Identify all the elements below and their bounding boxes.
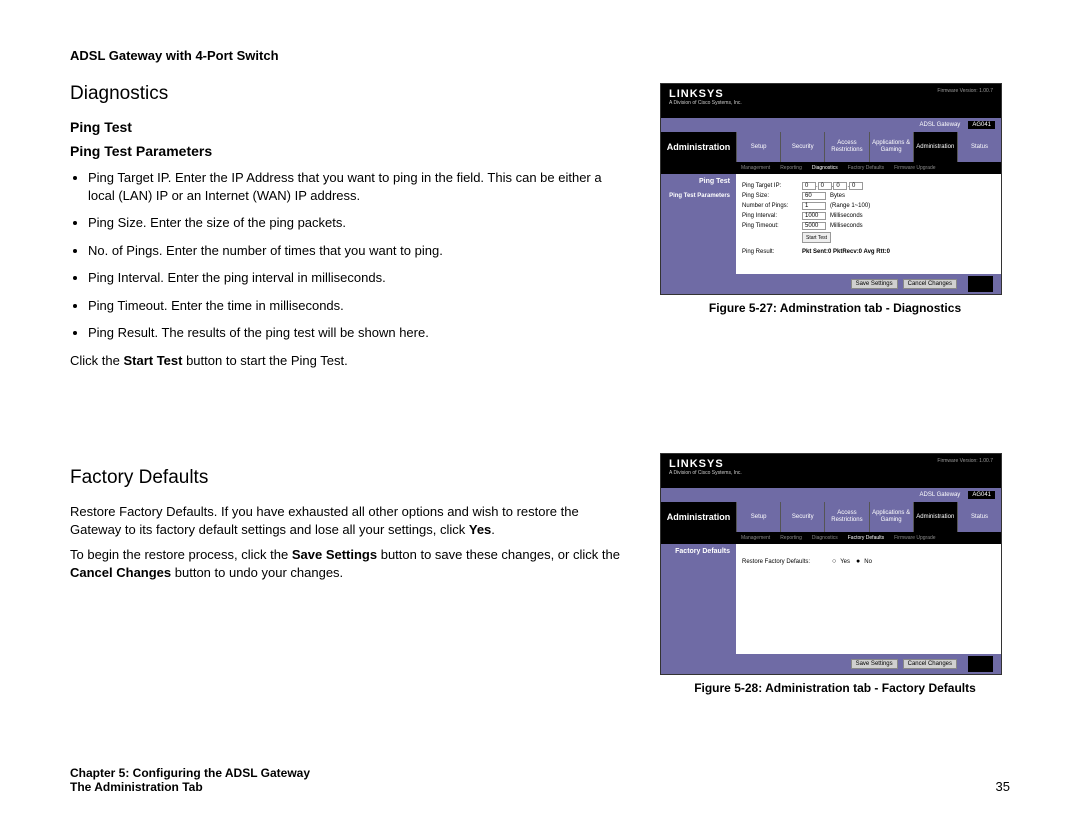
radio-no-label[interactable]: No	[864, 559, 872, 565]
figure-caption-1: Figure 5-27: Adminstration tab - Diagnos…	[660, 301, 1010, 315]
nav-section-label: Administration	[661, 132, 736, 162]
nav-section-label: Administration	[661, 502, 736, 532]
label-interval: Ping Interval:	[742, 213, 802, 219]
ping-params-list: Ping Target IP. Enter the IP Address tha…	[88, 169, 630, 342]
gateway-label: ADSL Gateway	[920, 492, 961, 498]
cisco-icon	[968, 656, 993, 672]
cancel-changes-button[interactable]: Cancel Changes	[903, 279, 957, 289]
firmware-version: Firmware Version: 1.00.7	[937, 458, 993, 464]
subnav-diagnostics[interactable]: Diagnostics	[812, 535, 838, 541]
firmware-version: Firmware Version: 1.00.7	[937, 88, 993, 94]
gateway-label: ADSL Gateway	[920, 122, 961, 128]
list-item: Ping Target IP. Enter the IP Address tha…	[88, 169, 630, 204]
list-item: Ping Size. Enter the size of the ping pa…	[88, 214, 630, 232]
save-settings-button[interactable]: Save Settings	[851, 659, 898, 669]
start-test-paragraph: Click the Start Test button to start the…	[70, 352, 630, 370]
section-diagnostics-title: Diagnostics	[70, 83, 630, 105]
label-result: Ping Result:	[742, 249, 802, 255]
tab-setup[interactable]: Setup	[736, 132, 780, 162]
figure-factory: LINKSYS A Division of Cisco Systems, Inc…	[660, 453, 1010, 695]
section-factory-title: Factory Defaults	[70, 467, 630, 489]
label-ping-size: Ping Size:	[742, 193, 802, 199]
radio-yes-label[interactable]: Yes	[840, 559, 850, 565]
document-header: ADSL Gateway with 4-Port Switch	[70, 48, 1010, 63]
subheading-ping-test: Ping Test	[70, 119, 630, 135]
label-num-pings: Number of Pings:	[742, 203, 802, 209]
logo-subtitle: A Division of Cisco Systems, Inc.	[669, 470, 742, 476]
start-test-button[interactable]: Start Test	[802, 232, 831, 243]
factory-paragraph-1: Restore Factory Defaults. If you have ex…	[70, 503, 630, 538]
list-item: Ping Result. The results of the ping tes…	[88, 324, 630, 342]
side-heading-factory: Factory Defaults	[661, 544, 736, 559]
ip-field-3[interactable]: 0	[833, 182, 847, 190]
tab-status[interactable]: Status	[957, 132, 1001, 162]
subnav-diagnostics[interactable]: Diagnostics	[812, 165, 838, 171]
model-label: AG041	[968, 121, 995, 129]
list-item: No. of Pings. Enter the number of times …	[88, 242, 630, 260]
factory-paragraph-2: To begin the restore process, click the …	[70, 546, 630, 581]
unit-ms-2: Milliseconds	[830, 223, 863, 229]
subnav-reporting[interactable]: Reporting	[780, 535, 802, 541]
unit-bytes: Bytes	[830, 193, 845, 199]
side-heading-params: Ping Test Parameters	[661, 189, 736, 203]
figure-caption-2: Figure 5-28: Administration tab - Factor…	[660, 681, 1010, 695]
tab-administration[interactable]: Administration	[913, 132, 957, 162]
tab-applications[interactable]: Applications & Gaming	[869, 502, 913, 532]
footer-left: Chapter 5: Configuring the ADSL Gateway …	[70, 766, 310, 794]
cisco-icon	[968, 276, 993, 292]
subnav-firmware[interactable]: Firmware Upgrade	[894, 535, 935, 541]
unit-ms-1: Milliseconds	[830, 213, 863, 219]
interval-field[interactable]: 1000	[802, 212, 826, 220]
figure-diagnostics: LINKSYS A Division of Cisco Systems, Inc…	[660, 83, 1010, 315]
linksys-logo: LINKSYS	[669, 88, 742, 100]
label-timeout: Ping Timeout:	[742, 223, 802, 229]
subnav-management[interactable]: Management	[741, 535, 770, 541]
subnav-firmware[interactable]: Firmware Upgrade	[894, 165, 935, 171]
tab-setup[interactable]: Setup	[736, 502, 780, 532]
list-item: Ping Interval. Enter the ping interval i…	[88, 269, 630, 287]
save-settings-button[interactable]: Save Settings	[851, 279, 898, 289]
linksys-logo: LINKSYS	[669, 458, 742, 470]
tab-status[interactable]: Status	[957, 502, 1001, 532]
ping-size-field[interactable]: 60	[802, 192, 826, 200]
ip-field-1[interactable]: 0	[802, 182, 816, 190]
model-label: AG041	[968, 491, 995, 499]
list-item: Ping Timeout. Enter the time in millisec…	[88, 297, 630, 315]
tab-administration[interactable]: Administration	[913, 502, 957, 532]
logo-subtitle: A Division of Cisco Systems, Inc.	[669, 100, 742, 106]
timeout-field[interactable]: 5000	[802, 222, 826, 230]
label-target-ip: Ping Target IP:	[742, 183, 802, 189]
num-pings-field[interactable]: 1	[802, 202, 826, 210]
subnav-management[interactable]: Management	[741, 165, 770, 171]
subnav-factory[interactable]: Factory Defaults	[848, 165, 884, 171]
tab-security[interactable]: Security	[780, 132, 824, 162]
subheading-ping-params: Ping Test Parameters	[70, 143, 630, 159]
subnav-factory[interactable]: Factory Defaults	[848, 535, 884, 541]
side-heading-ping: Ping Test	[661, 174, 736, 189]
page-number: 35	[996, 779, 1010, 794]
ip-field-4[interactable]: 0	[849, 182, 863, 190]
label-restore: Restore Factory Defaults:	[742, 559, 832, 565]
ip-field-2[interactable]: 0	[818, 182, 832, 190]
tab-applications[interactable]: Applications & Gaming	[869, 132, 913, 162]
tab-access[interactable]: Access Restrictions	[824, 502, 868, 532]
subnav-reporting[interactable]: Reporting	[780, 165, 802, 171]
tab-security[interactable]: Security	[780, 502, 824, 532]
tab-access[interactable]: Access Restrictions	[824, 132, 868, 162]
result-value: Pkt Sent:0 PktRecv:0 Avg Rtt:0	[802, 249, 890, 255]
cancel-changes-button[interactable]: Cancel Changes	[903, 659, 957, 669]
range-hint: (Range 1~100)	[830, 203, 870, 209]
